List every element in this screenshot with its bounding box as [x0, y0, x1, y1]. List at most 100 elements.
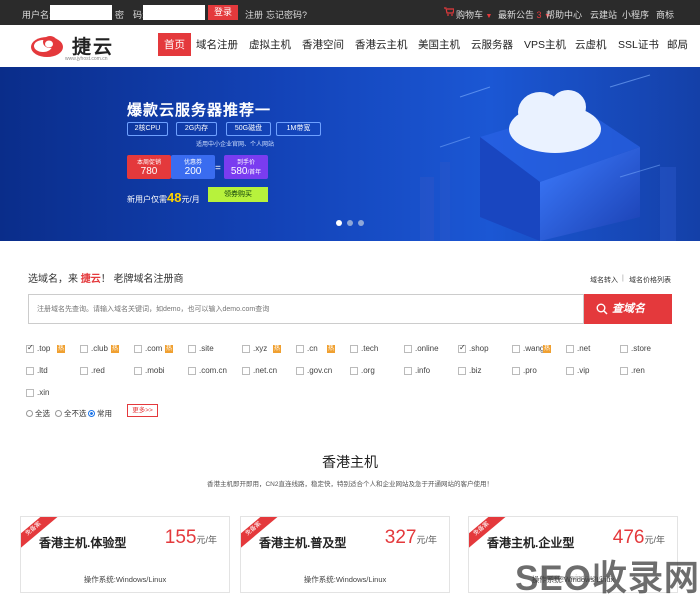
- login-button[interactable]: 登录: [208, 5, 238, 20]
- select-none-radio[interactable]: [55, 410, 62, 417]
- domain-price-link[interactable]: 域名价格列表: [629, 275, 671, 285]
- search-icon: [596, 303, 608, 315]
- tld-checkbox[interactable]: [134, 367, 142, 375]
- tld-checkbox[interactable]: [80, 345, 88, 353]
- tld-checkbox[interactable]: [404, 367, 412, 375]
- tld-checkbox[interactable]: [242, 345, 250, 353]
- slogan-suffix: ！ 老牌域名注册商: [100, 274, 184, 285]
- tld-label: .org: [361, 366, 375, 375]
- nav-item-mail[interactable]: 邮局: [667, 37, 688, 52]
- tld-label: .site: [199, 344, 214, 353]
- tld-checkbox[interactable]: [80, 367, 88, 375]
- forgot-password-link[interactable]: 忘记密码?: [266, 8, 307, 21]
- hosting-card-os: 操作系统:Windows/Linux: [83, 575, 167, 584]
- nav-item-virtual-host[interactable]: 虚拟主机: [249, 37, 291, 52]
- nav-item-vps[interactable]: VPS主机: [524, 37, 566, 52]
- select-none-label: 全不选: [64, 409, 87, 418]
- tld-checkbox[interactable]: [458, 367, 466, 375]
- register-link[interactable]: 注册: [245, 8, 263, 21]
- hosting-card-price: 155元/年: [165, 527, 217, 549]
- password-label: 密 码:: [115, 10, 145, 20]
- site-builder-link[interactable]: 云建站: [590, 8, 617, 21]
- chevron-down-icon: ▼: [485, 13, 493, 20]
- hot-badge-icon: 热: [165, 345, 173, 353]
- tld-label: .online: [415, 344, 439, 353]
- domain-search-input[interactable]: [29, 295, 583, 323]
- tld-label: .shop: [469, 344, 489, 353]
- help-center-link[interactable]: 帮助中心: [546, 8, 582, 21]
- coupon-label: 优惠券: [183, 160, 202, 166]
- nav-item-home[interactable]: 首页: [158, 33, 191, 56]
- username-input[interactable]: [50, 5, 112, 20]
- carousel-dot-3[interactable]: [358, 220, 364, 226]
- tld-checkbox[interactable]: [512, 367, 520, 375]
- hosting-card[interactable]: 免备案 香港主机.普及型 327元/年 操作系统:Windows/Linux: [240, 516, 450, 593]
- notice-link[interactable]: 最新公告 3 ▼: [498, 8, 551, 21]
- tld-checkbox[interactable]: [566, 345, 574, 353]
- promo-price-box: 本周促销 780: [127, 155, 171, 179]
- hosting-card[interactable]: 免备案 香港主机.体验型 155元/年 操作系统:Windows/Linux: [20, 516, 230, 593]
- tld-checkbox[interactable]: [350, 367, 358, 375]
- final-price-box: 到手价 580/首年: [224, 155, 268, 179]
- tld-checkbox[interactable]: [188, 367, 196, 375]
- price-value: 155: [164, 527, 197, 548]
- nav-item-cloud-vhost[interactable]: 云虚机: [575, 37, 607, 52]
- price-unit: 元/年: [644, 535, 665, 545]
- tld-checkbox[interactable]: [458, 343, 466, 353]
- domain-search-box: [28, 294, 584, 324]
- promo-banner[interactable]: 爆款云服务器推荐一 2核CPU 2G内存 50G磁盘 1M带宽 适用中小企业官网…: [0, 67, 700, 241]
- coupon-price-box: 优惠券 200: [171, 155, 215, 179]
- nav-item-us-host[interactable]: 美国主机: [418, 37, 460, 52]
- tld-checkbox[interactable]: [512, 345, 520, 353]
- tld-checkbox[interactable]: [620, 367, 628, 375]
- carousel-dot-1[interactable]: [336, 220, 342, 226]
- carousel-dot-2[interactable]: [347, 220, 353, 226]
- spec-cpu: 2核CPU: [127, 122, 168, 136]
- newuser-unit: 元/月: [181, 195, 200, 204]
- hosting-card-os: 操作系统:Windows/Linux: [303, 575, 387, 584]
- tld-checkbox[interactable]: [188, 345, 196, 353]
- select-all-radio[interactable]: [26, 410, 33, 417]
- tld-checkbox[interactable]: [26, 367, 34, 375]
- coupon-buy-button[interactable]: 领券购买: [208, 187, 268, 202]
- mini-program-link[interactable]: 小程序: [622, 8, 649, 21]
- select-common-label: 常用: [97, 409, 112, 418]
- tld-checkbox[interactable]: [620, 345, 628, 353]
- tld-label: .gov.cn: [307, 366, 333, 375]
- trademark-link[interactable]: 商标: [656, 8, 674, 21]
- cart-link[interactable]: 购物车 ▼: [456, 8, 492, 21]
- tld-label: .ltd: [37, 366, 48, 375]
- tld-checkbox[interactable]: [242, 367, 250, 375]
- cloud-logo-icon[interactable]: [30, 31, 64, 59]
- tld-label: .ren: [631, 366, 645, 375]
- cloud-server-illustration: [420, 74, 676, 241]
- nav-item-domain[interactable]: 域名注册: [196, 37, 238, 52]
- password-input[interactable]: [143, 5, 205, 20]
- tld-checkbox[interactable]: [296, 345, 304, 353]
- notice-count: 3: [536, 10, 542, 20]
- select-common-radio[interactable]: [88, 410, 95, 417]
- nav-item-hk-space[interactable]: 香港空间: [302, 37, 344, 52]
- tld-checkbox[interactable]: [566, 367, 574, 375]
- more-tlds-button[interactable]: 更多>>: [127, 404, 158, 417]
- hosting-section-title: 香港主机: [322, 454, 378, 470]
- nav-item-hk-cloud[interactable]: 香港云主机: [355, 37, 408, 52]
- tld-label: .vip: [577, 366, 590, 375]
- tld-checkbox[interactable]: [296, 367, 304, 375]
- nav-item-cloud-server[interactable]: 云服务器: [471, 37, 513, 52]
- hosting-section-subtitle: 香港主机即开即用，CN2直连线路，稳定快，特别适合个人和企业网站及急于开通网站的…: [206, 481, 493, 488]
- tld-checkbox[interactable]: [134, 345, 142, 353]
- spec-disk: 50G磁盘: [226, 122, 271, 136]
- nav-item-ssl[interactable]: SSL证书: [618, 37, 659, 52]
- hosting-card-price: 476元/年: [613, 527, 665, 549]
- tld-label: .store: [631, 344, 652, 353]
- logo-text[interactable]: 捷云: [72, 32, 114, 59]
- tld-checkbox[interactable]: [350, 345, 358, 353]
- tld-checkbox[interactable]: [26, 343, 34, 353]
- tld-checkbox[interactable]: [404, 345, 412, 353]
- top-bar: 用户名: 密 码: 登录 注册 忘记密码? 购物车 ▼ 最新公告 3 ▼ 帮助中…: [0, 0, 700, 25]
- tld-label: .tech: [361, 344, 379, 353]
- hosting-card-name: 香港主机.体验型: [39, 536, 127, 550]
- tld-checkbox[interactable]: [26, 389, 34, 397]
- domain-transfer-link[interactable]: 域名转入: [590, 275, 618, 285]
